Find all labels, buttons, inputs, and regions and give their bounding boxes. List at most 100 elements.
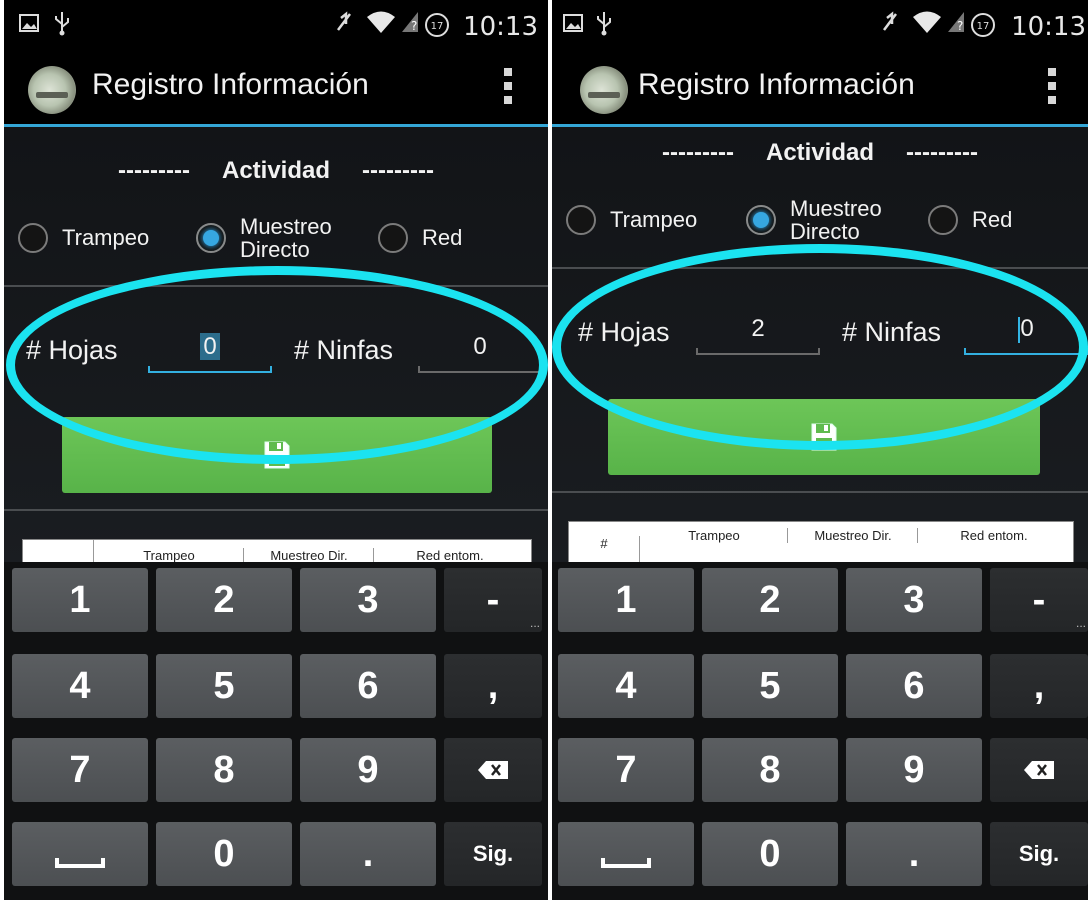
- signal-icon: ?: [946, 10, 966, 41]
- key-9[interactable]: 9: [846, 738, 982, 802]
- key-comma[interactable]: ,: [990, 654, 1088, 718]
- activity-heading: --------- Actividad ---------: [662, 139, 978, 166]
- svg-text:17: 17: [431, 21, 444, 32]
- svg-text:?: ?: [957, 19, 963, 33]
- radio-circle[interactable]: [928, 205, 958, 235]
- hojas-input[interactable]: 0: [148, 333, 272, 373]
- key-6[interactable]: 6: [846, 654, 982, 718]
- status-bar: ? 17 10:13: [4, 0, 548, 50]
- usb-icon: [594, 10, 614, 43]
- next-key[interactable]: Sig.: [444, 822, 542, 886]
- key-7[interactable]: 7: [558, 738, 694, 802]
- clock: 10:13: [1011, 12, 1086, 42]
- ninfas-label: # Ninfas: [842, 317, 942, 347]
- key-2[interactable]: 2: [156, 568, 292, 632]
- mute-icon: [878, 10, 902, 43]
- radio-red[interactable]: Red: [928, 205, 1012, 235]
- ninfas-input[interactable]: 0: [964, 315, 1088, 355]
- wifi-icon: [912, 10, 942, 41]
- key-3[interactable]: 3: [846, 568, 982, 632]
- signal-icon: ?: [400, 10, 420, 41]
- key-period[interactable]: .: [846, 822, 982, 886]
- svg-text:17: 17: [977, 21, 990, 32]
- hojas-input[interactable]: 2: [696, 315, 820, 355]
- mute-icon: [332, 10, 356, 43]
- backspace-key[interactable]: [444, 738, 542, 802]
- hojas-label: # Hojas: [26, 335, 118, 365]
- status-bar: ? 17 10:13: [552, 0, 1088, 50]
- key-5[interactable]: 5: [156, 654, 292, 718]
- table-header-trampeo: Trampeo: [641, 528, 788, 543]
- form-area: --------- Actividad --------- Trampeo Mues…: [552, 127, 1088, 573]
- table-header-trampeo: Trampeo: [95, 548, 244, 563]
- action-bar: Registro Información: [4, 50, 548, 124]
- section-divider: [4, 509, 548, 511]
- key-2[interactable]: 2: [702, 568, 838, 632]
- key-9[interactable]: 9: [300, 738, 436, 802]
- app-title: Registro Información: [92, 68, 369, 101]
- numeric-keyboard: 1 2 3 -... 4 5 6 , 7 8 9 0 . Sig.: [552, 562, 1088, 900]
- backspace-key[interactable]: [990, 738, 1088, 802]
- key-6[interactable]: 6: [300, 654, 436, 718]
- section-divider: [552, 491, 1088, 493]
- key-3[interactable]: 3: [300, 568, 436, 632]
- key-0[interactable]: 0: [156, 822, 292, 886]
- screen-after: ? 17 10:13 Registro Información --------…: [552, 0, 1088, 900]
- space-key[interactable]: [12, 822, 148, 886]
- space-key[interactable]: [558, 822, 694, 886]
- radio-circle-selected[interactable]: [196, 223, 226, 253]
- radio-circle[interactable]: [18, 223, 48, 253]
- app-logo[interactable]: [28, 66, 76, 114]
- radio-trampeo[interactable]: Trampeo: [566, 205, 697, 235]
- next-key[interactable]: Sig.: [990, 822, 1088, 886]
- gallery-notification-icon: [18, 10, 40, 41]
- svg-text:?: ?: [411, 19, 417, 33]
- app-title: Registro Información: [638, 68, 915, 101]
- table-header-muestreo: Muestreo Dir.: [789, 528, 918, 543]
- key-5[interactable]: 5: [702, 654, 838, 718]
- key-4[interactable]: 4: [12, 654, 148, 718]
- key-period[interactable]: .: [300, 822, 436, 886]
- key-1[interactable]: 1: [12, 568, 148, 632]
- section-divider: [552, 267, 1088, 269]
- form-area: --------- Actividad --------- Trampeo Mues…: [4, 127, 548, 581]
- key-1[interactable]: 1: [558, 568, 694, 632]
- radio-circle[interactable]: [378, 223, 408, 253]
- clock: 10:13: [463, 12, 538, 42]
- action-bar: Registro Información: [552, 50, 1088, 124]
- table-header-muestreo: Muestreo Dir.: [245, 548, 374, 563]
- ninfas-input[interactable]: 0: [418, 333, 542, 373]
- app-logo[interactable]: [580, 66, 628, 114]
- overflow-menu-icon[interactable]: [1046, 68, 1058, 108]
- radio-circle-selected[interactable]: [746, 205, 776, 235]
- save-icon: [811, 423, 837, 451]
- radio-trampeo[interactable]: Trampeo: [18, 223, 149, 253]
- key-minus[interactable]: -...: [444, 568, 542, 632]
- overflow-menu-icon[interactable]: [502, 68, 514, 108]
- key-4[interactable]: 4: [558, 654, 694, 718]
- activity-heading: --------- Actividad ---------: [118, 157, 434, 184]
- backspace-icon: [1024, 761, 1054, 779]
- backspace-icon: [478, 761, 508, 779]
- radio-red[interactable]: Red: [378, 223, 462, 253]
- wifi-icon: [366, 10, 396, 41]
- table-header-red: Red entom.: [416, 548, 484, 563]
- save-button[interactable]: [62, 417, 492, 493]
- ninfas-label: # Ninfas: [294, 335, 394, 365]
- key-7[interactable]: 7: [12, 738, 148, 802]
- radio-muestreo-directo[interactable]: Muestreo Directo: [746, 197, 882, 243]
- key-comma[interactable]: ,: [444, 654, 542, 718]
- key-8[interactable]: 8: [702, 738, 838, 802]
- key-minus[interactable]: -...: [990, 568, 1088, 632]
- screen-before: ? 17 10:13 Registro Información --------…: [4, 0, 548, 900]
- key-0[interactable]: 0: [702, 822, 838, 886]
- save-icon: [264, 441, 290, 469]
- alarm-icon: 17: [970, 12, 996, 45]
- numeric-keyboard: 1 2 3 -... 4 5 6 , 7 8 9 0 . Sig.: [4, 562, 548, 900]
- table-header-red: Red entom.: [960, 528, 1028, 543]
- radio-circle[interactable]: [566, 205, 596, 235]
- key-8[interactable]: 8: [156, 738, 292, 802]
- save-button[interactable]: [608, 399, 1040, 475]
- hojas-label: # Hojas: [578, 317, 670, 347]
- radio-muestreo-directo[interactable]: Muestreo Directo: [196, 215, 332, 261]
